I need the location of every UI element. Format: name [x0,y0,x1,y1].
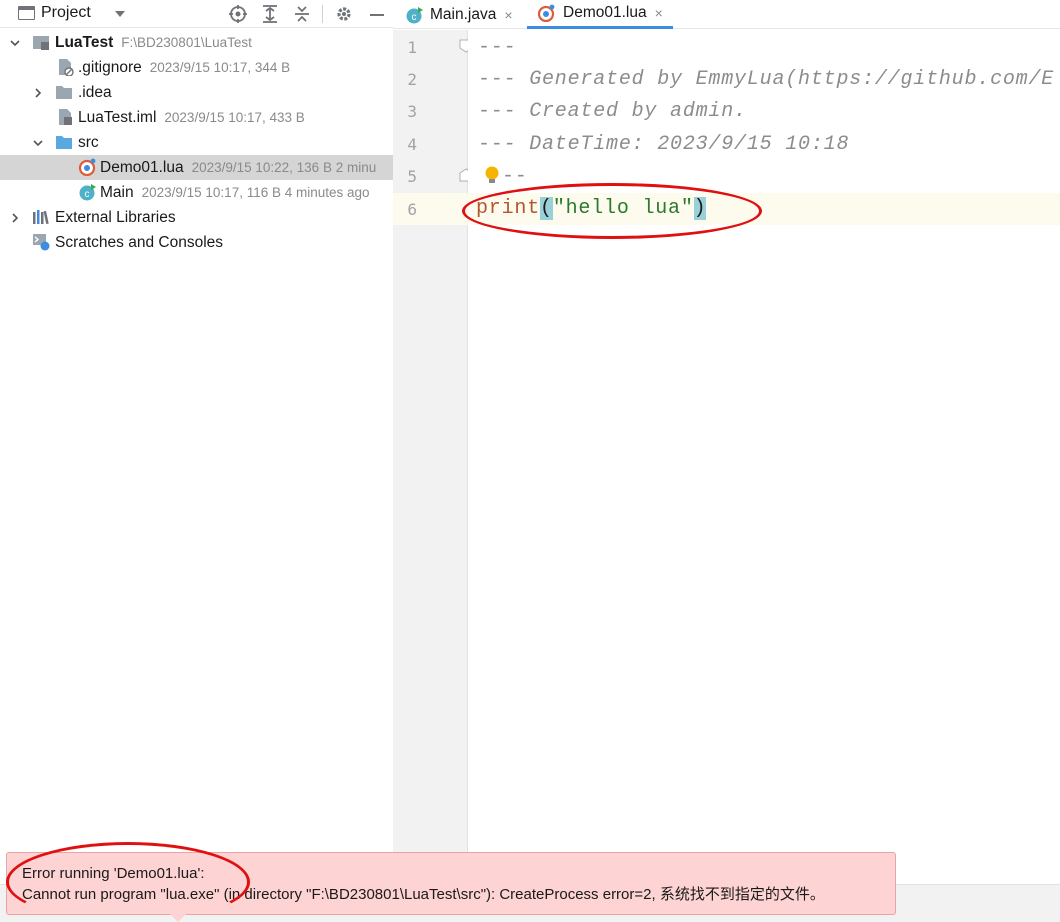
code-line-1: --- [478,36,517,59]
tab-label: Main.java [430,5,497,23]
tree-item-src[interactable]: src [0,130,393,155]
code-line-4: --- DateTime: 2023/9/15 10:18 [478,133,850,156]
close-icon[interactable]: × [655,5,663,21]
line-number: 2 [407,70,417,89]
project-tree: LuaTest F:\BD230801\LuaTest .gitignore 202… [0,30,393,850]
line-number: 1 [407,38,417,57]
tree-item-meta: 2023/9/15 10:17, 116 B 4 minutes ago [141,185,370,200]
tab-demo01-lua[interactable]: Demo01.lua × [527,0,673,29]
tree-item-demo01-lua[interactable]: Demo01.lua 2023/9/15 10:22, 136 B 2 minu [0,155,393,180]
tree-item-label: External Libraries [55,209,176,226]
tree-item-main[interactable]: c Main 2023/9/15 10:17, 116 B 4 minutes a… [0,180,393,205]
locate-icon[interactable] [228,4,248,24]
chevron-down-icon[interactable] [33,138,43,148]
library-icon [33,210,49,225]
svg-text:c: c [412,12,417,23]
code-line-2: --- Generated by EmmyLua(https://github.… [478,68,1055,91]
folder-icon [56,136,72,149]
code-editor[interactable]: --- --- Generated by EmmyLua(https://git… [468,30,1060,852]
chevron-down-icon[interactable] [10,38,20,48]
ide-window: Project LuaTest F:\BD230801\LuaTest .git… [0,0,1060,922]
svg-text:c: c [85,189,90,200]
window-icon [18,6,35,20]
line-number: 4 [407,135,417,154]
tree-item-gitignore[interactable]: .gitignore 2023/9/15 10:17, 344 B [0,55,393,80]
lua-file-icon [78,158,96,176]
line-number: 5 [407,167,417,186]
tree-item-label: Demo01.lua [100,159,184,176]
tab-main-java[interactable]: c Main.java × [405,0,513,29]
tree-item-label: .idea [78,84,112,101]
folder-icon [33,36,49,50]
project-view-selector[interactable]: Project [18,4,125,22]
expand-all-icon[interactable] [260,4,280,24]
file-icon [59,59,74,76]
tree-item-label: Main [100,184,134,201]
java-class-icon: c [79,184,96,201]
annotation-ring-error [6,842,250,922]
tree-item-luatest[interactable]: LuaTest F:\BD230801\LuaTest [0,30,393,55]
lua-file-icon [537,4,555,22]
chevron-right-icon[interactable] [33,88,43,98]
java-class-icon: c [406,6,423,23]
minimize-icon[interactable] [367,4,387,24]
lightbulb-icon[interactable] [483,165,501,187]
close-icon[interactable]: × [504,7,512,23]
tree-item-label: src [78,134,99,151]
toolbar-divider [322,5,323,23]
folder-icon [56,86,72,99]
line-number: 3 [407,102,417,121]
tree-item-label: LuaTest [55,34,114,51]
file-icon [59,109,72,125]
tab-label: Demo01.lua [563,4,647,21]
tree-item-luatest-iml[interactable]: LuaTest.iml 2023/9/15 10:17, 433 B [0,105,393,130]
tree-item-meta: 2023/9/15 10:17, 433 B [164,110,305,125]
tree-item-meta: 2023/9/15 10:17, 344 B [149,60,291,75]
tree-item-path: F:\BD230801\LuaTest [121,35,252,50]
gear-icon[interactable] [334,4,354,24]
tree-item-label: Scratches and Consoles [55,234,224,251]
editor-tab-bar: c Main.java × Demo01.lua × [393,0,1060,29]
project-panel-header: Project [0,0,393,28]
chevron-down-icon [114,11,125,17]
tree-item-label: .gitignore [78,59,142,76]
tree-item-meta: 2023/9/15 10:22, 136 B 2 minu [191,160,377,175]
annotation-ring-code [462,183,762,239]
project-panel-title: Project [41,4,91,21]
code-line-5: -- [502,165,528,188]
tree-item-label: LuaTest.iml [78,109,157,126]
collapse-all-icon[interactable] [292,4,312,24]
tree-item-external-libraries[interactable]: External Libraries [0,205,393,230]
tree-item-scratches[interactable]: Scratches and Consoles [0,230,393,255]
code-line-3: --- Created by admin. [478,100,747,123]
scratch-icon [33,234,50,251]
line-number: 6 [407,200,417,219]
editor-gutter: 1 2 3 4 5 6 [393,30,473,852]
chevron-right-icon[interactable] [10,213,20,223]
tree-item-idea[interactable]: .idea [0,80,393,105]
